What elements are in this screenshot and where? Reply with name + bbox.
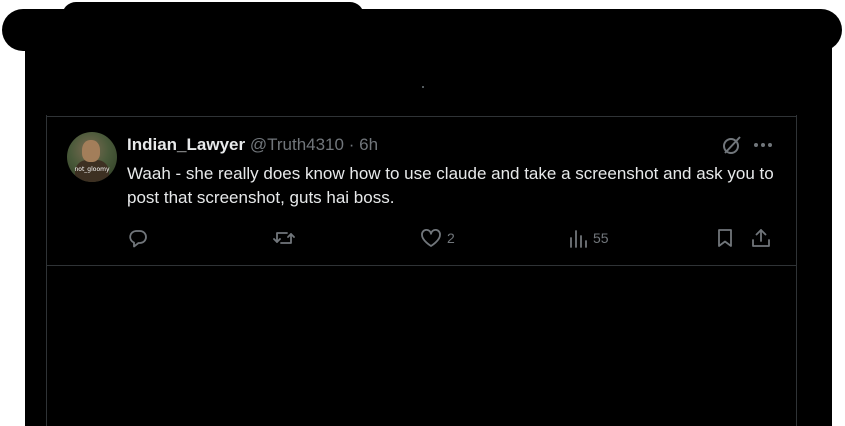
- reply-tweet[interactable]: not_gloomy Indian_Lawyer @Truth4310 · 6h…: [47, 117, 796, 265]
- views-count: 55: [593, 230, 609, 246]
- share-icon: [751, 228, 771, 248]
- display-name[interactable]: Indian_Lawyer: [127, 135, 245, 154]
- user-handle[interactable]: @Truth4310: [250, 135, 344, 154]
- separator: ·: [348, 135, 355, 154]
- repost-button[interactable]: [273, 227, 295, 249]
- like-count: 2: [447, 230, 455, 246]
- loading-dot: [422, 86, 424, 88]
- timestamp[interactable]: 6h: [359, 135, 378, 154]
- reply-icon: [128, 228, 148, 248]
- more-icon[interactable]: [751, 134, 775, 156]
- share-button[interactable]: [751, 227, 771, 249]
- like-button[interactable]: 2: [420, 227, 455, 249]
- bookmark-button[interactable]: [715, 227, 735, 249]
- bookmark-icon: [715, 228, 735, 248]
- tweet-text: Waah - she really does know how to use c…: [127, 164, 774, 207]
- repost-icon: [273, 228, 295, 248]
- avatar-face: [82, 140, 100, 162]
- grok-icon[interactable]: [721, 134, 743, 156]
- views-icon: [568, 228, 588, 248]
- reply-button[interactable]: [128, 227, 148, 249]
- views-button[interactable]: 55: [568, 227, 609, 249]
- avatar[interactable]: not_gloomy: [67, 132, 117, 182]
- redaction-tab: [62, 2, 364, 32]
- divider-bottom: [47, 265, 796, 266]
- avatar-caption: not_gloomy: [74, 166, 110, 173]
- tweet-header: Indian_Lawyer @Truth4310 · 6h: [127, 135, 378, 155]
- heart-icon: [420, 228, 442, 248]
